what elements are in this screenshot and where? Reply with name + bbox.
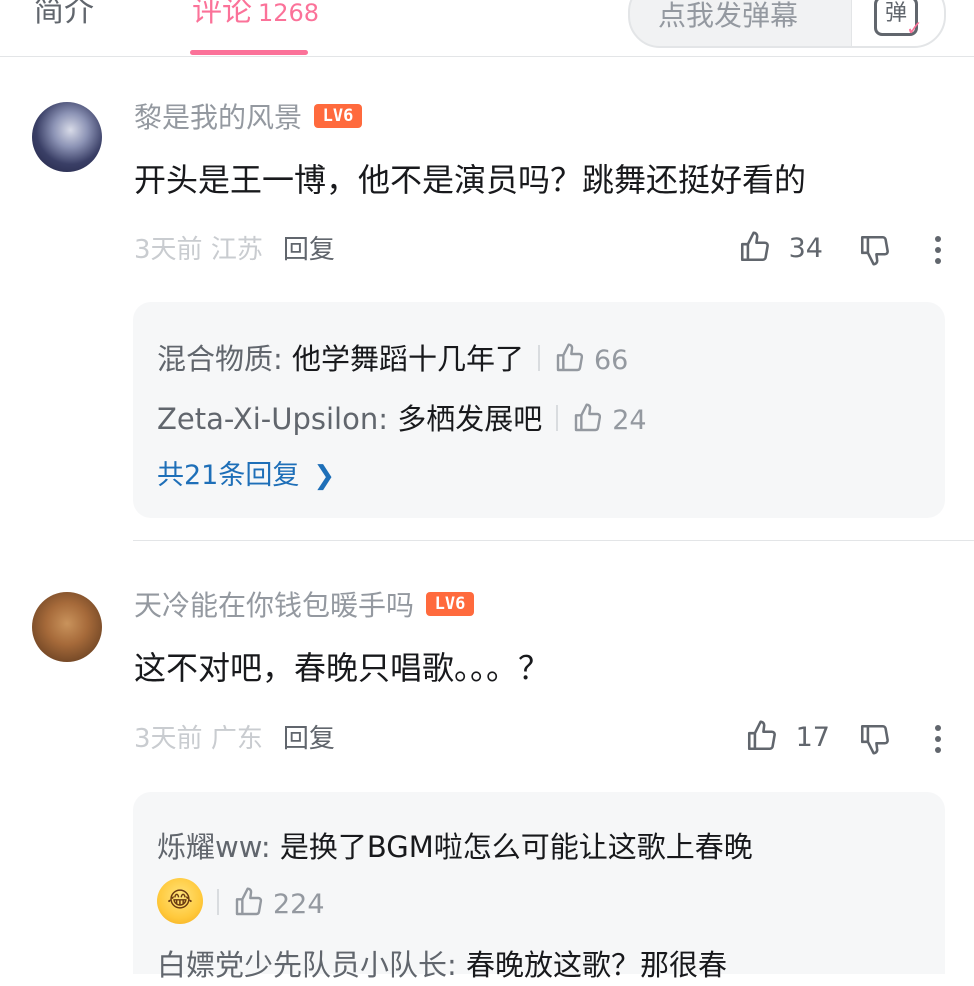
more-vertical-icon bbox=[935, 725, 941, 753]
tab-comments-count: 1268 bbox=[258, 0, 320, 27]
tab-intro[interactable]: 简介 bbox=[34, 0, 94, 34]
danmaku-placeholder[interactable]: 点我发弹幕 bbox=[658, 0, 798, 36]
reply-like-count: 24 bbox=[612, 405, 647, 436]
avatar[interactable] bbox=[32, 592, 102, 662]
comment-username[interactable]: 黎是我的风景 LV6 bbox=[134, 98, 363, 138]
reply-username[interactable]: 烁耀ww: bbox=[157, 830, 271, 864]
comment-username[interactable]: 天冷能在你钱包暖手吗 LV6 bbox=[134, 586, 475, 626]
reply-like-button[interactable]: 66 bbox=[554, 342, 629, 376]
chevron-right-icon: ❯ bbox=[313, 461, 336, 491]
danmaku-input-box[interactable]: 点我发弹幕 弹 ✓ bbox=[628, 0, 946, 48]
reply-button[interactable]: 回复 bbox=[283, 235, 335, 265]
reply-text: 他学舞蹈十几年了 bbox=[282, 342, 524, 376]
comment-time: 3天前 bbox=[134, 724, 203, 754]
more-options-button[interactable] bbox=[926, 724, 950, 754]
active-tab-indicator bbox=[190, 50, 308, 55]
divider bbox=[556, 405, 559, 431]
username-text: 天冷能在你钱包暖手吗 bbox=[134, 589, 415, 622]
thumb-up-icon bbox=[740, 231, 769, 261]
like-count: 17 bbox=[795, 722, 830, 753]
reply-item: 烁耀ww: 是换了BGM啦怎么可能让这歌上春晚 bbox=[157, 826, 753, 868]
reply-text: 是换了BGM啦怎么可能让这歌上春晚 bbox=[270, 830, 753, 864]
thumb-down-icon bbox=[860, 724, 889, 755]
thumb-down-icon bbox=[860, 235, 889, 266]
top-tab-bar: 简介 评论 1268 点我发弹幕 弹 ✓ bbox=[0, 0, 974, 57]
reply-preview-box[interactable]: 混合物质: 他学舞蹈十几年了 66 Zeta-Xi-Upsilon: 多栖发展吧 2… bbox=[133, 302, 945, 518]
danmaku-toggle-button[interactable]: 弹 ✓ bbox=[851, 0, 944, 46]
more-vertical-icon bbox=[935, 236, 941, 264]
check-icon: ✓ bbox=[906, 16, 923, 40]
tab-comments[interactable]: 评论 1268 bbox=[192, 0, 319, 35]
reply-item: Zeta-Xi-Upsilon: 多栖发展吧 24 bbox=[157, 398, 647, 442]
comment-time: 3天前 bbox=[134, 235, 203, 265]
reply-username[interactable]: 混合物质: bbox=[157, 342, 283, 376]
tab-comments-label: 评论 bbox=[192, 0, 252, 29]
thumb-up-icon bbox=[575, 402, 602, 431]
reply-item: 白嫖党少先队员小队长: 春晚放这歌？那很春 bbox=[157, 944, 727, 986]
like-count: 34 bbox=[788, 233, 823, 264]
reply-like-count: 224 bbox=[273, 889, 325, 920]
username-text: 黎是我的风景 bbox=[134, 101, 303, 134]
dislike-button[interactable] bbox=[858, 233, 892, 267]
comment-text: 这不对吧，春晚只唱歌。。。？ bbox=[134, 649, 551, 687]
dislike-button[interactable] bbox=[858, 722, 892, 756]
reply-like-button[interactable]: 224 bbox=[233, 886, 325, 920]
level-badge: LV6 bbox=[314, 104, 363, 128]
comment-meta: 3天前 广东 回复 bbox=[134, 719, 335, 759]
reply-username[interactable]: Zeta-Xi-Upsilon: bbox=[157, 402, 388, 436]
thumb-up-icon bbox=[747, 720, 776, 750]
like-button[interactable]: 34 bbox=[738, 229, 823, 269]
view-more-replies-link[interactable]: 共21条回复 ❯ bbox=[157, 456, 335, 496]
reply-like-button[interactable]: 24 bbox=[572, 402, 647, 436]
reply-item: 混合物质: 他学舞蹈十几年了 66 bbox=[157, 338, 628, 382]
thumb-up-icon bbox=[556, 342, 584, 371]
comment-location: 广东 bbox=[210, 724, 263, 754]
reply-text: 春晚放这歌？那很春 bbox=[456, 948, 727, 982]
more-replies-label: 共21条回复 bbox=[157, 460, 300, 491]
comment-location: 江苏 bbox=[210, 235, 263, 265]
divider bbox=[538, 345, 540, 371]
comment-text: 开头是王一博，他不是演员吗？跳舞还挺好看的 bbox=[134, 161, 807, 199]
laughing-emoji-icon: 😂 bbox=[157, 878, 203, 924]
comment-divider bbox=[133, 540, 974, 541]
level-badge: LV6 bbox=[426, 592, 475, 616]
thumb-up-icon bbox=[235, 886, 263, 915]
reply-text: 多栖发展吧 bbox=[388, 402, 543, 436]
like-button[interactable]: 17 bbox=[745, 718, 830, 758]
divider bbox=[217, 889, 219, 915]
avatar[interactable] bbox=[32, 102, 102, 172]
reply-like-count: 66 bbox=[594, 345, 629, 376]
more-options-button[interactable] bbox=[926, 235, 950, 265]
comment-meta: 3天前 江苏 回复 bbox=[134, 230, 335, 270]
reply-preview-box[interactable]: 烁耀ww: 是换了BGM啦怎么可能让这歌上春晚 😂 224 白嫖党少先队员小队长:… bbox=[133, 792, 945, 982]
reply-item-continued: 😂 224 bbox=[157, 878, 325, 928]
reply-button[interactable]: 回复 bbox=[283, 724, 335, 754]
reply-username[interactable]: 白嫖党少先队员小队长: bbox=[157, 948, 457, 982]
